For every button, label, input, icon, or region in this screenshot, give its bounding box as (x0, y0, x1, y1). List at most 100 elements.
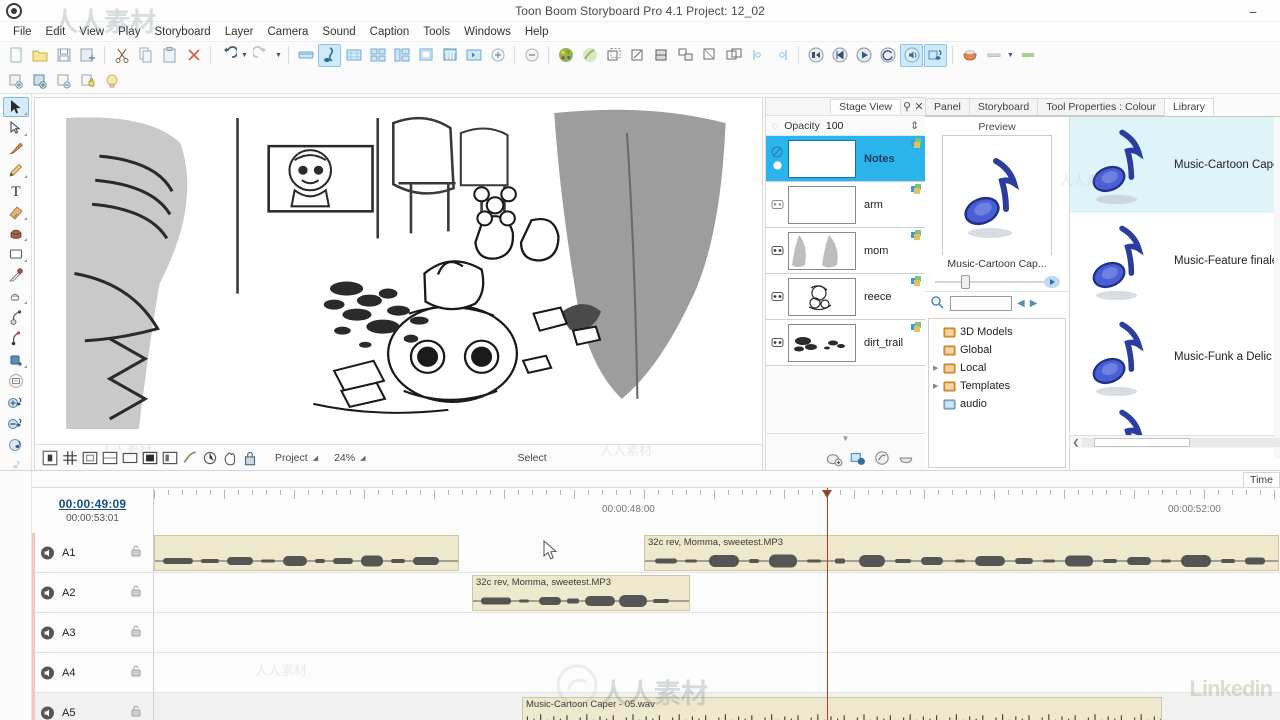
preview-slider[interactable] (925, 273, 1069, 291)
speaker-icon[interactable] (40, 586, 55, 600)
library-items-column[interactable]: Music-Cartoon Cape Music-Feature finale (1070, 117, 1280, 471)
rotate-view-button[interactable] (201, 449, 219, 467)
grid-button[interactable] (61, 449, 79, 467)
unlock-icon[interactable] (131, 545, 141, 560)
library-vertical-scrollbar[interactable] (1274, 117, 1280, 458)
new-scene-icon[interactable] (318, 43, 341, 67)
hscroll-track[interactable] (1082, 437, 1280, 447)
layer-options-button[interactable] (897, 449, 915, 467)
track-row-a1[interactable]: A1 32c rev, Momma, sweetest.MP3 (32, 533, 1280, 573)
menu-help[interactable]: Help (518, 24, 556, 40)
speaker-icon[interactable] (40, 546, 55, 560)
preview-slider-track[interactable] (935, 281, 1059, 283)
speaker-icon[interactable] (40, 626, 55, 640)
timeline-tracks[interactable]: A1 32c rev, Momma, sweetest.MP3 A2 32c r… (32, 533, 1280, 720)
layer-visibility-toggle[interactable] (768, 290, 786, 303)
hand-button[interactable] (221, 449, 239, 467)
tab-storyboard[interactable]: Storyboard (968, 98, 1039, 116)
colour-pot-icon[interactable] (958, 44, 981, 67)
playhead-ruler[interactable] (822, 488, 832, 533)
unlock-icon[interactable] (131, 585, 141, 600)
colour-palette-icon[interactable] (554, 44, 577, 67)
new-project-icon[interactable] (4, 44, 27, 67)
paint-tool[interactable] (3, 223, 29, 243)
audio-clip[interactable]: 32c rev, Momma, sweetest.MP3 (644, 535, 1279, 571)
menu-camera[interactable]: Camera (261, 24, 316, 40)
unlock-icon[interactable] (131, 705, 141, 720)
opacity-value[interactable]: 100 (826, 120, 844, 132)
unlock-icon[interactable] (131, 625, 141, 640)
expand-icon[interactable]: ▶ (933, 382, 938, 390)
undo-dropdown-icon[interactable]: ▼ (240, 52, 249, 59)
undo-icon[interactable] (216, 44, 239, 67)
back-arrow-icon[interactable]: ◀ (1017, 298, 1025, 309)
layer-visibility-toggle[interactable] (768, 146, 786, 171)
hscroll-thumb[interactable] (1094, 437, 1190, 447)
layer-row-reece[interactable]: reece (766, 274, 925, 320)
redo-icon[interactable] (250, 44, 273, 67)
new-vector-layer-icon[interactable] (414, 44, 437, 67)
stamp-tool[interactable] (3, 286, 29, 306)
scroll-left-icon[interactable]: ❮ (1070, 438, 1082, 447)
go-to-first-icon[interactable] (804, 44, 827, 67)
audio-clip[interactable]: 32c rev, Momma, sweetest.MP3 (472, 575, 690, 611)
dropper-tool[interactable] (3, 265, 29, 285)
paste-icon[interactable] (158, 44, 181, 67)
current-timecode[interactable]: 00:00:49:09 (59, 497, 127, 511)
library-item-feature-finale[interactable]: Music-Feature finale (1070, 213, 1280, 309)
align-left-icon[interactable] (746, 44, 769, 67)
tab-timeline[interactable]: Time (1243, 472, 1280, 487)
import-layer-icon[interactable] (462, 44, 485, 67)
copy-icon[interactable] (134, 44, 157, 67)
save-as-icon[interactable] (76, 44, 99, 67)
preview-slider-thumb[interactable] (961, 275, 970, 289)
track-body-a3[interactable] (154, 613, 1280, 652)
folder-row-global[interactable]: Global (931, 341, 1063, 359)
track-header-a1[interactable]: A1 (32, 533, 154, 572)
stage-canvas-panel[interactable]: Project ◢ 24% ◢ Select (34, 97, 763, 471)
camera-mask-button[interactable] (121, 449, 139, 467)
layers-scroll-down-icon[interactable]: ▼ (766, 434, 925, 446)
opacity-toggle-icon[interactable]: ◌ (772, 120, 778, 132)
track-body-a2[interactable]: 32c rev, Momma, sweetest.MP3 (154, 573, 1280, 612)
folder-row-templates[interactable]: ▶ Templates (931, 377, 1063, 395)
flip-horizontal-icon[interactable] (626, 44, 649, 67)
forward-arrow-icon[interactable]: ▶ (1030, 298, 1038, 309)
camera-path-tool[interactable] (3, 308, 29, 328)
colour-dropdown-icon[interactable]: ▼ (1006, 52, 1015, 59)
tab-library[interactable]: Library (1163, 98, 1215, 116)
import-movie-icon[interactable] (28, 69, 51, 92)
menu-layer[interactable]: Layer (218, 24, 261, 40)
pin-icon[interactable]: ⚲ (901, 100, 913, 113)
loop-icon[interactable] (876, 44, 899, 67)
overlay-button[interactable] (161, 449, 179, 467)
scope-caret-icon[interactable]: ◢ (313, 454, 318, 462)
library-item-partial[interactable] (1070, 405, 1280, 435)
zoom-reset-icon[interactable] (520, 44, 543, 67)
layer-visibility-toggle[interactable] (768, 244, 786, 257)
audio-clip[interactable]: Music-Cartoon Caper - 05.wav (522, 697, 1162, 720)
brush-tool[interactable] (3, 139, 29, 159)
sound-scrub-icon[interactable] (924, 43, 947, 67)
open-project-icon[interactable] (28, 44, 51, 67)
delete-layer-button[interactable] (873, 449, 891, 467)
light-table-icon[interactable] (100, 69, 123, 92)
import-images-icon[interactable] (4, 69, 27, 92)
menu-caption[interactable]: Caption (363, 24, 417, 40)
speaker-icon[interactable] (40, 706, 55, 720)
canvas-zoom-label[interactable]: 24% (334, 452, 355, 464)
track-body-a4[interactable] (154, 653, 1280, 692)
safe-area-button[interactable] (81, 449, 99, 467)
track-row-a5[interactable]: A5 Music-Cartoon Caper - 05.wav (32, 693, 1280, 720)
folder-row-3d-models[interactable]: 3D Models (931, 323, 1063, 341)
zoom-caret-icon[interactable]: ◢ (360, 454, 365, 462)
remove-sound-tool[interactable] (3, 414, 29, 434)
ungroup-icon[interactable] (698, 44, 721, 67)
track-header-a2[interactable]: A2 (32, 573, 154, 612)
preview-play-icon[interactable] (1043, 274, 1061, 293)
step-back-icon[interactable] (828, 44, 851, 67)
layer-visibility-toggle[interactable] (768, 336, 786, 349)
new-bitmap-layer-icon[interactable] (438, 44, 461, 67)
pencil-tool[interactable] (3, 160, 29, 180)
redo-dropdown-icon[interactable]: ▼ (274, 52, 283, 59)
